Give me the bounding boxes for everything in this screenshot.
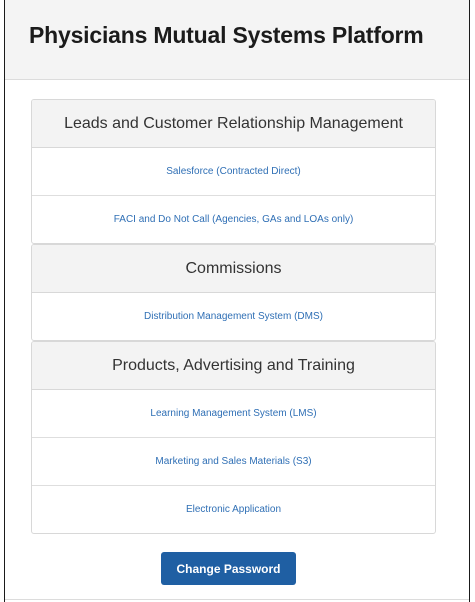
link-lms[interactable]: Learning Management System (LMS): [32, 390, 435, 438]
link-electronic-application[interactable]: Electronic Application: [32, 486, 435, 533]
systems-list: Leads and Customer Relationship Manageme…: [31, 99, 436, 534]
link-faci-do-not-call[interactable]: FACI and Do Not Call (Agencies, GAs and …: [32, 196, 435, 243]
group-commissions: Commissions Distribution Management Syst…: [31, 244, 436, 341]
group-leads-crm: Leads and Customer Relationship Manageme…: [31, 99, 436, 244]
page-title: Physicians Mutual Systems Platform: [29, 22, 424, 48]
link-dms[interactable]: Distribution Management System (DMS): [32, 293, 435, 340]
link-salesforce[interactable]: Salesforce (Contracted Direct): [32, 148, 435, 196]
link-marketing-sales-materials[interactable]: Marketing and Sales Materials (S3): [32, 438, 435, 486]
group-products-advertising-training: Products, Advertising and Training Learn…: [31, 341, 436, 534]
change-password-button[interactable]: Change Password: [161, 552, 296, 585]
group-heading: Commissions: [32, 245, 435, 293]
page-frame: Physicians Mutual Systems Platform Leads…: [4, 0, 470, 602]
group-heading: Leads and Customer Relationship Manageme…: [32, 100, 435, 148]
group-heading: Products, Advertising and Training: [32, 342, 435, 390]
bottom-divider: [5, 599, 469, 600]
page-header: Physicians Mutual Systems Platform: [5, 0, 469, 80]
actions-bar: Change Password: [5, 552, 469, 585]
